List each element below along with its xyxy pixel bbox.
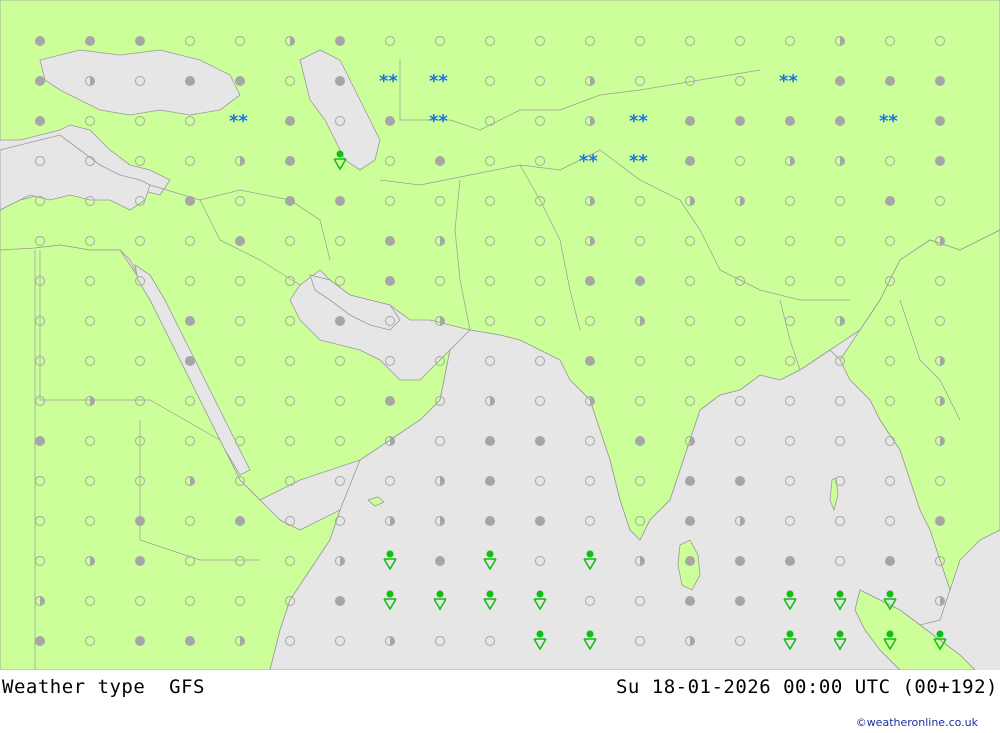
- full-cloud-icon: [135, 516, 145, 526]
- full-cloud-icon: [335, 316, 345, 326]
- snow-icon: **: [629, 111, 648, 132]
- map-title: Weather type GFS: [2, 676, 205, 698]
- full-cloud-icon: [35, 36, 45, 46]
- full-cloud-icon: [385, 116, 395, 126]
- full-cloud-icon: [785, 556, 795, 566]
- full-cloud-icon: [385, 236, 395, 246]
- full-cloud-icon: [735, 116, 745, 126]
- forecast-datetime: Su 18-01-2026 00:00 UTC (00+192): [615, 676, 998, 698]
- snow-icon: **: [429, 71, 448, 92]
- full-cloud-icon: [35, 116, 45, 126]
- full-cloud-icon: [185, 356, 195, 366]
- full-cloud-icon: [885, 76, 895, 86]
- full-cloud-icon: [385, 396, 395, 406]
- full-cloud-icon: [285, 156, 295, 166]
- full-cloud-icon: [235, 236, 245, 246]
- full-cloud-icon: [235, 76, 245, 86]
- full-cloud-icon: [185, 196, 195, 206]
- full-cloud-icon: [935, 116, 945, 126]
- clear-icon: [385, 356, 395, 366]
- full-cloud-icon: [485, 436, 495, 446]
- full-cloud-icon: [335, 596, 345, 606]
- map-canvas: ** ** ** ** ** ** ** ** **: [0, 0, 1000, 670]
- full-cloud-icon: [685, 476, 695, 486]
- snow-icon: **: [229, 111, 248, 132]
- full-cloud-icon: [285, 196, 295, 206]
- snow-icon: **: [879, 111, 898, 132]
- full-cloud-icon: [335, 196, 345, 206]
- full-cloud-icon: [685, 516, 695, 526]
- full-cloud-icon: [685, 156, 695, 166]
- full-cloud-icon: [285, 116, 295, 126]
- full-cloud-icon: [585, 356, 595, 366]
- full-cloud-icon: [185, 316, 195, 326]
- full-cloud-icon: [335, 76, 345, 86]
- full-cloud-icon: [235, 516, 245, 526]
- full-cloud-icon: [685, 116, 695, 126]
- full-cloud-icon: [685, 556, 695, 566]
- snow-icon: **: [779, 71, 798, 92]
- full-cloud-icon: [535, 436, 545, 446]
- full-cloud-icon: [85, 36, 95, 46]
- full-cloud-icon: [935, 156, 945, 166]
- full-cloud-icon: [785, 116, 795, 126]
- clear-icon: [335, 476, 345, 486]
- full-cloud-icon: [485, 516, 495, 526]
- full-cloud-icon: [35, 76, 45, 86]
- full-cloud-icon: [385, 276, 395, 286]
- snow-icon: **: [429, 111, 448, 132]
- full-cloud-icon: [435, 156, 445, 166]
- full-cloud-icon: [635, 436, 645, 446]
- source-credit[interactable]: ©weatheronline.co.uk: [856, 716, 978, 729]
- full-cloud-icon: [185, 76, 195, 86]
- snow-icon: **: [629, 151, 648, 172]
- full-cloud-icon: [135, 636, 145, 646]
- full-cloud-icon: [885, 196, 895, 206]
- full-cloud-icon: [135, 36, 145, 46]
- full-cloud-icon: [135, 556, 145, 566]
- full-cloud-icon: [35, 436, 45, 446]
- full-cloud-icon: [735, 476, 745, 486]
- full-cloud-icon: [735, 596, 745, 606]
- full-cloud-icon: [935, 76, 945, 86]
- full-cloud-icon: [935, 516, 945, 526]
- full-cloud-icon: [435, 556, 445, 566]
- full-cloud-icon: [35, 636, 45, 646]
- full-cloud-icon: [835, 116, 845, 126]
- snow-icon: **: [579, 151, 598, 172]
- full-cloud-icon: [335, 36, 345, 46]
- full-cloud-icon: [685, 596, 695, 606]
- full-cloud-icon: [535, 516, 545, 526]
- full-cloud-icon: [185, 636, 195, 646]
- full-cloud-icon: [835, 76, 845, 86]
- full-cloud-icon: [635, 276, 645, 286]
- clear-icon: [285, 516, 295, 526]
- snow-icon: **: [379, 71, 398, 92]
- full-cloud-icon: [585, 276, 595, 286]
- full-cloud-icon: [735, 556, 745, 566]
- weather-map: ** ** ** ** ** ** ** ** **: [0, 0, 1000, 670]
- full-cloud-icon: [485, 476, 495, 486]
- full-cloud-icon: [885, 556, 895, 566]
